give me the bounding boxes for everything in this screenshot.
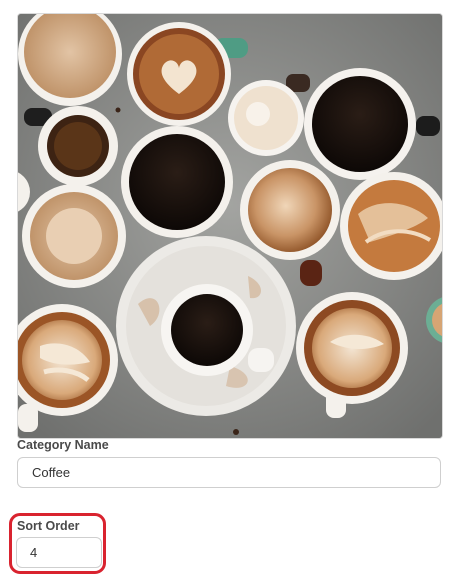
category-name-input[interactable] <box>17 457 441 488</box>
category-image <box>17 13 443 439</box>
sort-order-input[interactable] <box>16 537 102 568</box>
sort-order-label: Sort Order <box>17 519 80 533</box>
coffee-cups-photo <box>18 14 442 438</box>
category-name-label: Category Name <box>17 438 109 452</box>
